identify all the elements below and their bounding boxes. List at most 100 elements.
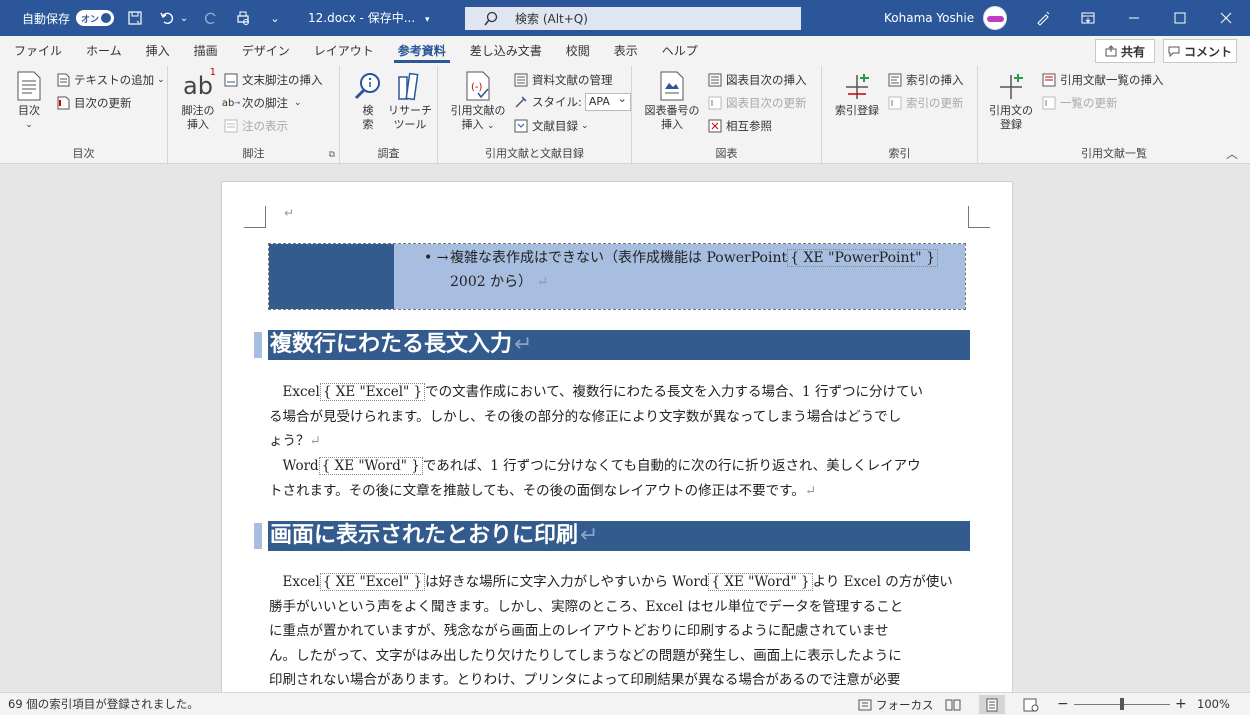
researcher-icon	[394, 70, 426, 102]
paragraph-mark: ↵	[804, 482, 817, 499]
cross-reference-icon	[707, 118, 723, 134]
redo-icon	[200, 7, 222, 29]
add-text-button[interactable]: テキストの追加 ⌄	[55, 70, 165, 90]
bullet-item: • → 複雑な表作成はできない（表作成機能は PowerPoint{ XE "P…	[424, 246, 938, 294]
insert-toa-button[interactable]: 引用文献一覧の挿入	[1041, 70, 1164, 90]
next-footnote-icon: ab →	[221, 97, 241, 109]
tab-design[interactable]: デザイン	[230, 36, 302, 66]
avatar[interactable]	[983, 6, 1007, 30]
update-index-icon	[887, 95, 903, 111]
print-preview-icon[interactable]	[232, 7, 254, 29]
mark-citation-label1: 引用文の	[989, 104, 1033, 117]
xe-field-text: XE "Excel"	[335, 384, 410, 400]
insert-index-button[interactable]: 索引の挿入	[887, 70, 964, 90]
mark-entry-label: 索引登録	[835, 104, 879, 117]
chevron-down-icon: ⌄	[581, 121, 589, 131]
user-name[interactable]: Kohama Yoshie	[884, 0, 974, 36]
minimize-icon[interactable]	[1111, 0, 1157, 36]
mark-citation-button[interactable]: 引用文の 登録	[986, 70, 1036, 132]
bibliography-button[interactable]: 文献目録 ⌄	[513, 116, 589, 136]
tab-references[interactable]: 参考資料	[386, 36, 458, 66]
zoom-in-button[interactable]: +	[1175, 693, 1187, 715]
add-text-icon	[55, 72, 71, 88]
table-cell-light[interactable]: • → 複雑な表作成はできない（表作成機能は PowerPoint{ XE "P…	[394, 244, 965, 309]
style-dropdown[interactable]: APA	[584, 91, 631, 111]
share-button[interactable]: 共有	[1095, 39, 1155, 63]
comment-button[interactable]: コメント	[1163, 39, 1237, 63]
tab-file[interactable]: ファイル	[2, 36, 74, 66]
style-selector[interactable]: スタイル: APA	[513, 91, 631, 112]
toc-button[interactable]: 目次 ⌄	[10, 70, 48, 132]
svg-text:(-): (-)	[471, 82, 483, 93]
paragraph-line: る場合が見受けられます。しかし、その後の部分的な修正により文字数が異なってしまう…	[269, 408, 902, 425]
mark-entry-icon	[841, 70, 873, 102]
tab-help[interactable]: ヘルプ	[650, 36, 710, 66]
document-page[interactable]: ↵ • → 複雑な表作成はできない（表作成機能は PowerPoint{ XE …	[221, 181, 1013, 692]
insert-citation-label2: 挿入	[461, 118, 484, 131]
style-label: スタイル:	[532, 95, 582, 109]
research-group: 検 索 リサーチ ツール 調査	[340, 66, 438, 164]
maximize-icon[interactable]	[1157, 0, 1203, 36]
cross-reference-button[interactable]: 相互参照	[707, 116, 772, 136]
customize-qat-icon[interactable]: ⌄	[264, 7, 286, 29]
insert-caption-label1: 図表番号の	[644, 104, 700, 117]
insert-endnote-button[interactable]: 文末脚注の挿入	[223, 70, 323, 90]
tab-review[interactable]: 校閲	[554, 36, 602, 66]
status-message: 69 個の索引項目が登録されました。	[8, 697, 199, 711]
dialog-launcher-icon[interactable]: ⧉	[329, 150, 335, 160]
smart-lookup-button[interactable]: 検 索	[348, 70, 388, 132]
update-table-label: 図表目次の更新	[726, 96, 807, 110]
undo-icon[interactable]	[156, 7, 178, 29]
text-run: Excel	[282, 384, 320, 400]
tab-mailings[interactable]: 差し込み文書	[458, 36, 554, 66]
cross-reference-label: 相互参照	[726, 119, 772, 133]
next-footnote-button[interactable]: ab → 次の脚注 ⌄	[221, 93, 302, 113]
insert-toa-icon	[1041, 72, 1057, 88]
insert-caption-button[interactable]: 図表番号の 挿入	[640, 70, 704, 132]
zoom-slider-thumb[interactable]	[1120, 698, 1124, 710]
document-area[interactable]: ↵ • → 複雑な表作成はできない（表作成機能は PowerPoint{ XE …	[0, 165, 1250, 692]
zoom-out-button[interactable]: −	[1057, 693, 1069, 715]
collapse-ribbon-icon[interactable]: ︿	[1226, 145, 1238, 162]
zoom-level[interactable]: 100%	[1197, 693, 1230, 715]
insert-citation-button[interactable]: (-) 引用文献の 挿入 ⌄	[446, 70, 510, 133]
tab-view[interactable]: 表示	[602, 36, 650, 66]
chevron-down-icon: ⌄	[486, 121, 495, 131]
ribbon-display-options-icon[interactable]	[1065, 0, 1111, 36]
mark-entry-button[interactable]: 索引登録	[830, 70, 884, 118]
undo-dropdown-icon[interactable]: ⌄	[178, 7, 190, 29]
paragraph-line: ん。したがって、文字がはみ出したり欠けたりしてしまうなどの問題が発生し、画面上に…	[269, 647, 902, 664]
update-toc-button[interactable]: 目次の更新	[55, 93, 132, 113]
tab-home[interactable]: ホーム	[74, 36, 134, 66]
research-group-label: 調査	[377, 147, 400, 160]
manage-sources-button[interactable]: 資料文献の管理	[513, 70, 613, 90]
print-layout-icon[interactable]	[979, 695, 1005, 714]
researcher-button[interactable]: リサーチ ツール	[388, 70, 432, 132]
paragraph-1: Excel{ XE "Excel" } での文書作成において、複数行にわたる長文を…	[269, 380, 969, 454]
insert-table-of-figures-button[interactable]: 図表目次の挿入	[707, 70, 807, 90]
xe-field: { XE "PowerPoint" }	[787, 249, 938, 267]
paragraph-3: Excel{ XE "Excel" } は好きな場所に文字入力がしやすいから Wo…	[269, 570, 969, 692]
close-icon[interactable]	[1203, 0, 1249, 36]
paragraph-line: ょう？↵	[269, 429, 969, 454]
table-cell-dark[interactable]	[269, 244, 394, 309]
manage-sources-label: 資料文献の管理	[532, 73, 613, 87]
insert-footnote-label2: 挿入	[187, 118, 209, 131]
toggle-knob	[101, 13, 112, 23]
read-mode-icon[interactable]	[940, 695, 966, 714]
web-layout-icon[interactable]	[1018, 695, 1044, 714]
save-icon[interactable]	[124, 7, 146, 29]
citations-group: (-) 引用文献の 挿入 ⌄ 資料文献の管理 スタイル: APA 文献目録 ⌄ …	[438, 66, 632, 164]
insert-footnote-button[interactable]: ab 1 脚注の 挿入	[178, 67, 218, 132]
tab-layout[interactable]: レイアウト	[302, 36, 386, 66]
tab-insert[interactable]: 挿入	[134, 36, 182, 66]
document-title[interactable]: 12.docx - 保存中... ▾	[308, 0, 430, 36]
autosave-toggle[interactable]: オン	[76, 10, 115, 26]
xe-field-text: XE "PowerPoint"	[803, 250, 922, 266]
search-input[interactable]: 検索 (Alt+Q)	[465, 7, 801, 30]
focus-mode-button[interactable]: フォーカス	[858, 693, 934, 715]
table[interactable]: • → 複雑な表作成はできない（表作成機能は PowerPoint{ XE "P…	[268, 243, 966, 310]
style-icon	[513, 94, 529, 110]
tab-draw[interactable]: 描画	[182, 36, 230, 66]
designer-pen-icon[interactable]	[1020, 0, 1066, 36]
